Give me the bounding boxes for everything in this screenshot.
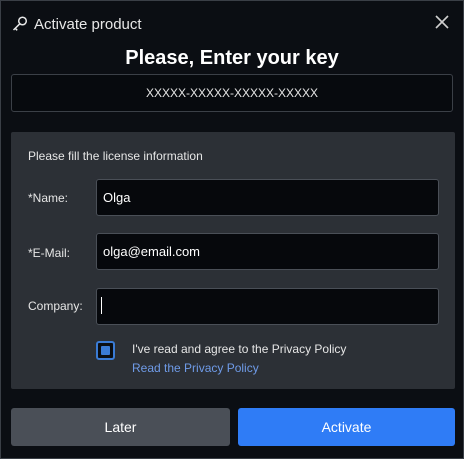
page-heading: Please, Enter your key	[125, 47, 339, 69]
email-input[interactable]	[96, 233, 439, 270]
email-label: *E-Mail:	[28, 246, 71, 260]
close-icon	[434, 14, 450, 35]
license-info-panel: Please fill the license information *Nam…	[11, 132, 455, 389]
key-icon	[11, 15, 29, 33]
privacy-agree-checkbox[interactable]	[96, 341, 115, 360]
panel-caption: Please fill the license information	[28, 149, 203, 163]
privacy-agree-label: I've read and agree to the Privacy Polic…	[132, 342, 347, 356]
company-input[interactable]	[96, 288, 439, 325]
license-key-input[interactable]	[11, 74, 453, 112]
company-label: Company:	[28, 299, 83, 313]
activate-button[interactable]: Activate	[238, 408, 455, 446]
close-button[interactable]	[429, 11, 455, 37]
title-bar: Activate product	[1, 1, 463, 45]
activation-dialog: Activate product Please, Enter your key …	[0, 0, 464, 459]
text-caret	[101, 297, 102, 314]
name-input[interactable]	[96, 179, 439, 216]
window-title: Activate product	[34, 16, 142, 33]
later-button[interactable]: Later	[11, 408, 230, 446]
checkbox-check-mark	[101, 346, 110, 355]
privacy-policy-link[interactable]: Read the Privacy Policy	[132, 361, 259, 375]
name-label: *Name:	[28, 191, 69, 205]
